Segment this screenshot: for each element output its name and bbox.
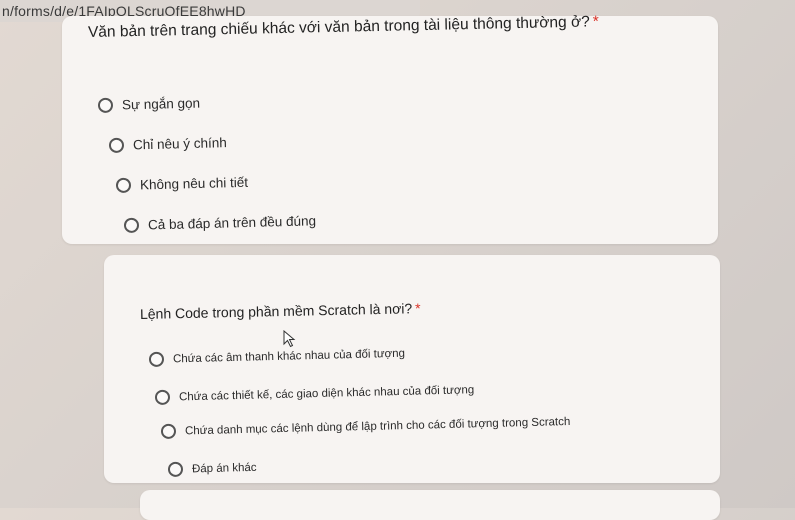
option-label: Chỉ nêu ý chính [132, 135, 227, 153]
option-label: Sự ngắn gọn [121, 95, 201, 113]
option-label: Không nêu chi tiết [139, 174, 249, 193]
option-label: Đáp án khác [191, 461, 257, 475]
radio-button[interactable] [154, 389, 171, 405]
mouse-cursor-icon [283, 330, 296, 348]
radio-button[interactable] [160, 423, 177, 439]
q1-option-1[interactable]: Sự ngắn gọn [97, 95, 201, 113]
question-card-1 [62, 16, 718, 244]
radio-button[interactable] [108, 137, 125, 153]
question-card-3 [140, 490, 720, 520]
q2-option-4[interactable]: Đáp án khác [167, 460, 257, 477]
q1-option-3[interactable]: Không nêu chi tiết [115, 174, 249, 193]
radio-button[interactable] [167, 461, 184, 477]
question-card-2 [104, 255, 720, 483]
q1-option-2[interactable]: Chỉ nêu ý chính [108, 135, 227, 153]
radio-button[interactable] [148, 351, 165, 367]
required-marker: * [592, 13, 599, 31]
required-marker: * [415, 300, 421, 317]
radio-button[interactable] [123, 217, 140, 233]
radio-button[interactable] [97, 97, 114, 113]
radio-button[interactable] [115, 177, 132, 193]
